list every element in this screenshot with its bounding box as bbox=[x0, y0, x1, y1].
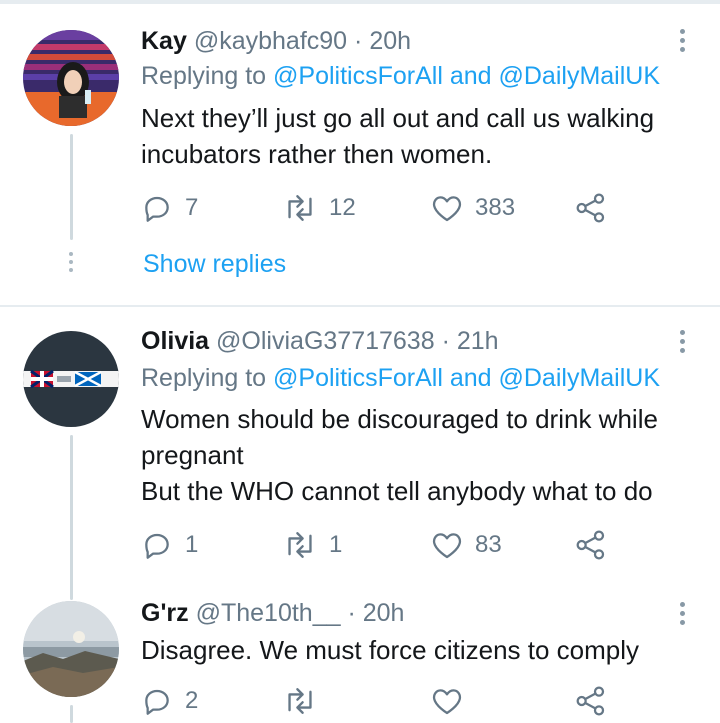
tweet-grz[interactable]: G'rz @The10th__ · 20h Disagree. We must … bbox=[0, 577, 720, 723]
separator: · bbox=[354, 27, 363, 55]
replying-to-label: Replying to bbox=[141, 364, 274, 392]
user-handle[interactable]: @OliviaG37717638 bbox=[216, 327, 435, 355]
reply-icon bbox=[145, 533, 169, 559]
display-name[interactable]: Olivia bbox=[141, 327, 209, 355]
tweet-kay[interactable]: Kay @kaybhafc90 · 20h Replying to @Polit… bbox=[0, 0, 720, 305]
display-name[interactable]: G'rz bbox=[141, 599, 189, 627]
share-icon bbox=[576, 530, 605, 560]
timestamp[interactable]: 20h bbox=[369, 27, 411, 55]
avatar[interactable] bbox=[23, 30, 119, 126]
replying-to: Replying to @PoliticsForAll and @DailyMa… bbox=[141, 61, 660, 91]
like-button[interactable]: 383 bbox=[431, 188, 515, 228]
tweet-text-line: Disagree. We must force citizens to comp… bbox=[141, 635, 640, 665]
thread-line bbox=[70, 705, 73, 723]
reply-button[interactable]: 1 bbox=[141, 525, 198, 565]
separator: · bbox=[441, 327, 450, 355]
tweet-actions: 2 bbox=[141, 681, 641, 721]
replying-and: and bbox=[442, 364, 499, 392]
display-name[interactable]: Kay bbox=[141, 27, 187, 55]
tweet-olivia[interactable]: Olivia @OliviaG37717638 · 21h Replying t… bbox=[0, 307, 720, 600]
user-handle[interactable]: @The10th__ bbox=[196, 599, 341, 627]
mention-politicsforall[interactable]: @PoliticsForAll bbox=[273, 364, 443, 392]
retweet-icon bbox=[288, 195, 312, 221]
tweet-text: Women should be discouraged to drink whi… bbox=[141, 401, 701, 509]
timestamp[interactable]: 20h bbox=[363, 599, 405, 627]
retweet-count: 1 bbox=[329, 531, 343, 558]
tweet-actions: 1 1 83 bbox=[141, 525, 641, 565]
reply-icon bbox=[145, 196, 169, 222]
retweet-icon bbox=[288, 688, 312, 714]
replying-to-label: Replying to bbox=[141, 62, 274, 90]
replying-to: Replying to @PoliticsForAll and @DailyMa… bbox=[141, 363, 660, 393]
reply-count: 1 bbox=[185, 531, 199, 558]
avatar[interactable] bbox=[23, 601, 119, 697]
heart-icon bbox=[432, 196, 462, 222]
reply-button[interactable]: 2 bbox=[141, 681, 198, 721]
share-button[interactable] bbox=[575, 681, 607, 721]
mention-dailymailuk[interactable]: @DailyMailUK bbox=[499, 62, 661, 90]
tweet-text: Next they’ll just go all out and call us… bbox=[141, 100, 701, 172]
more-vertical-icon[interactable] bbox=[672, 29, 692, 56]
reply-count: 2 bbox=[185, 687, 199, 714]
like-count: 383 bbox=[475, 194, 516, 221]
retweet-count: 12 bbox=[329, 194, 356, 221]
avatar[interactable] bbox=[23, 331, 119, 427]
more-vertical-icon[interactable] bbox=[672, 602, 692, 629]
tweet-header: Kay @kaybhafc90 · 20h bbox=[141, 26, 411, 56]
tweet-header: Olivia @OliviaG37717638 · 21h bbox=[141, 326, 499, 356]
tweet-text-line: Women should be discouraged to drink whi… bbox=[141, 404, 658, 434]
more-vertical-icon[interactable] bbox=[672, 330, 692, 357]
reply-button[interactable]: 7 bbox=[141, 188, 198, 228]
like-button[interactable] bbox=[431, 681, 475, 721]
retweet-icon bbox=[288, 532, 312, 558]
retweet-button[interactable]: 12 bbox=[283, 188, 356, 228]
separator: · bbox=[347, 599, 356, 627]
tweet-text-line: incubators rather then women. bbox=[141, 139, 493, 169]
retweet-button[interactable] bbox=[283, 681, 329, 721]
tweet-text-line: Next they’ll just go all out and call us… bbox=[141, 103, 655, 133]
user-handle[interactable]: @kaybhafc90 bbox=[194, 27, 347, 55]
reply-count: 7 bbox=[185, 194, 199, 221]
mention-politicsforall[interactable]: @PoliticsForAll bbox=[273, 62, 443, 90]
tweet-actions: 7 12 383 bbox=[141, 188, 641, 228]
thread-continuation-dots bbox=[69, 252, 73, 276]
show-replies-link[interactable]: Show replies bbox=[143, 250, 286, 279]
tweet-text-line: But the WHO cannot tell anybody what to … bbox=[141, 476, 653, 506]
share-button[interactable] bbox=[575, 525, 607, 565]
replying-and: and bbox=[442, 62, 499, 90]
thread-line bbox=[70, 435, 73, 600]
reply-icon bbox=[145, 689, 169, 715]
heart-icon bbox=[432, 689, 462, 715]
thread-line bbox=[70, 134, 73, 240]
like-count: 83 bbox=[475, 531, 502, 558]
heart-icon bbox=[432, 533, 462, 559]
tweet-header: G'rz @The10th__ · 20h bbox=[141, 598, 404, 628]
timestamp[interactable]: 21h bbox=[457, 327, 499, 355]
share-icon bbox=[576, 686, 605, 716]
share-button[interactable] bbox=[575, 188, 607, 228]
retweet-button[interactable]: 1 bbox=[283, 525, 342, 565]
like-button[interactable]: 83 bbox=[431, 525, 502, 565]
share-icon bbox=[576, 193, 605, 223]
tweet-text: Disagree. We must force citizens to comp… bbox=[141, 632, 701, 668]
mention-dailymailuk[interactable]: @DailyMailUK bbox=[499, 364, 661, 392]
tweet-text-line: pregnant bbox=[141, 440, 244, 470]
